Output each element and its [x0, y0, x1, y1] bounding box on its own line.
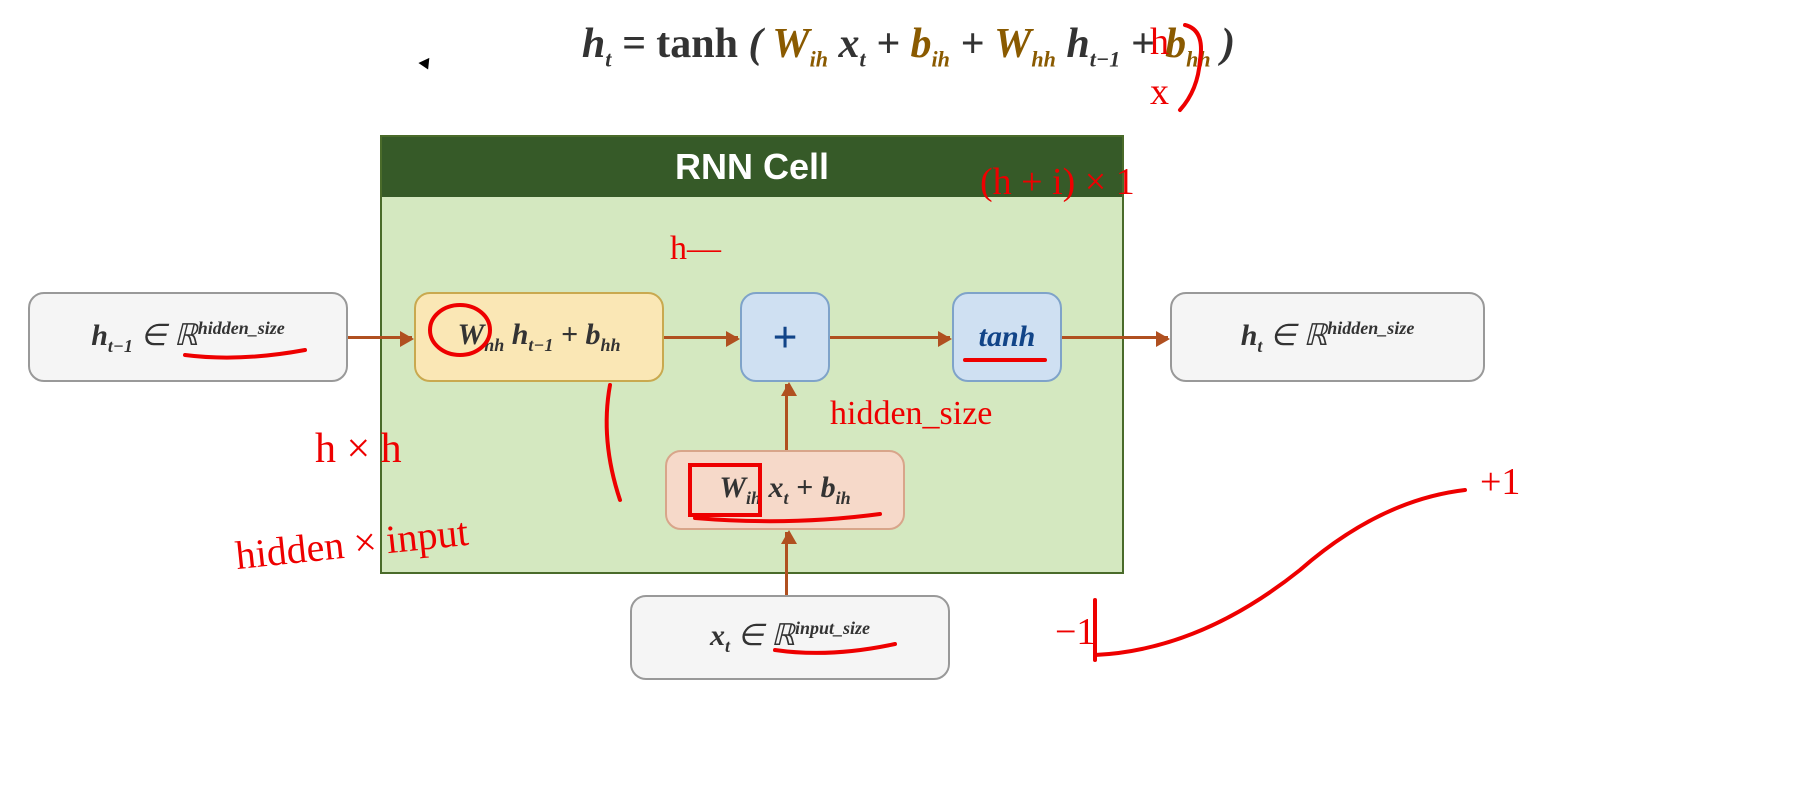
handwriting-x-brace: x	[1150, 70, 1169, 114]
add-symbol: +	[772, 312, 797, 363]
eq-xt: xt	[838, 21, 865, 67]
whh-block-text: Whh ht−1 + bhh	[458, 318, 621, 356]
xt-node: xt ∈ ℝinput_size	[630, 595, 950, 680]
eq-ht1: ht−1	[1066, 21, 1120, 67]
arrow-wih-to-add	[785, 384, 788, 450]
eq-equals: =	[622, 21, 656, 67]
handwriting-hi-x-1: (h + i) × 1	[980, 160, 1135, 204]
arrow-xt-to-wih	[785, 532, 788, 595]
arrow-hprev-to-whh	[348, 336, 412, 339]
handwriting-hidden-size: hidden_size	[830, 395, 992, 433]
tanh-node: tanh	[952, 292, 1062, 382]
handwriting-plus1: +1	[1480, 460, 1520, 504]
hprev-node: ht−1 ∈ ℝhidden_size	[28, 292, 348, 382]
eq-plus1: +	[876, 21, 910, 67]
eq-close: )	[1221, 21, 1235, 67]
ht-node: ht ∈ ℝhidden_size	[1170, 292, 1485, 382]
rnn-equation: ht = tanh ( Wih xt + bih + Whh ht−1 + bh…	[0, 20, 1817, 72]
add-node: +	[740, 292, 830, 382]
tanh-text: tanh	[979, 320, 1036, 354]
eq-bih: bih	[911, 21, 950, 67]
handwriting-h-brace: h	[1150, 20, 1169, 64]
arrow-whh-to-add	[664, 336, 738, 339]
handwriting-h-dash: h—	[670, 230, 721, 268]
eq-wih: Wih	[772, 21, 828, 67]
eq-whh: Whh	[994, 21, 1056, 67]
xt-text: xt ∈ ℝinput_size	[710, 618, 870, 657]
ht-text: ht ∈ ℝhidden_size	[1241, 318, 1415, 357]
whh-block: Whh ht−1 + bhh	[414, 292, 664, 382]
eq-tanh: tanh	[656, 21, 738, 67]
handwriting-minus1: −1	[1055, 610, 1095, 654]
eq-open: (	[748, 21, 762, 67]
handwriting-h-x-h: h × h	[315, 425, 402, 473]
hprev-text: ht−1 ∈ ℝhidden_size	[91, 318, 285, 357]
eq-bhh: bhh	[1165, 21, 1210, 67]
diagram-canvas: ht = tanh ( Wih xt + bih + Whh ht−1 + bh…	[0, 0, 1817, 796]
wih-block: Wih xt + bih	[665, 450, 905, 530]
arrow-tanh-to-ht	[1062, 336, 1168, 339]
eq-ht: ht	[582, 21, 611, 67]
wih-block-text: Wih xt + bih	[719, 471, 850, 509]
eq-plus2: +	[960, 21, 994, 67]
arrow-add-to-tanh	[830, 336, 950, 339]
